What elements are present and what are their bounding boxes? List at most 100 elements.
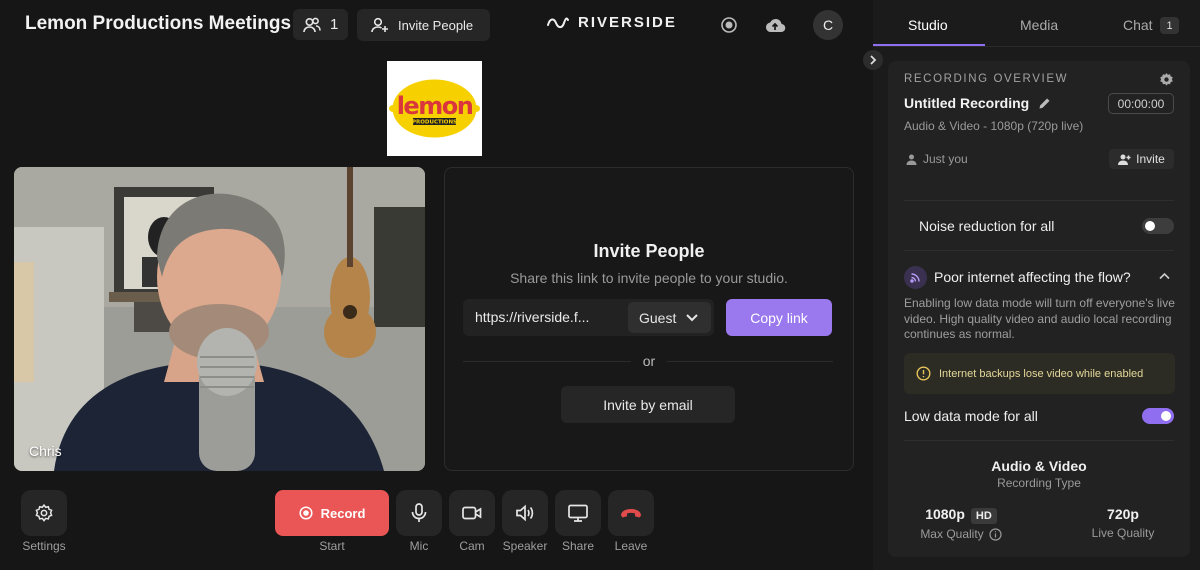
low-data-mode-label: Low data mode for all bbox=[904, 408, 1038, 424]
leave-label: Leave bbox=[614, 539, 648, 553]
info-icon[interactable] bbox=[989, 527, 1002, 541]
chevron-down-icon bbox=[686, 313, 699, 322]
video-feed-image bbox=[14, 167, 425, 471]
leave-button[interactable] bbox=[608, 490, 654, 536]
signal-icon bbox=[904, 266, 927, 289]
cloud-upload-icon[interactable] bbox=[763, 14, 787, 36]
recording-type-title: Audio & Video bbox=[991, 458, 1087, 474]
speaker-button[interactable] bbox=[502, 490, 548, 536]
warning-banner: Internet backups lose video while enable… bbox=[904, 353, 1175, 394]
start-label: Start bbox=[319, 539, 345, 553]
camera-icon bbox=[462, 505, 482, 521]
toggle-knob bbox=[1145, 221, 1155, 231]
wave-icon bbox=[546, 15, 570, 31]
participant-name: Chris bbox=[29, 443, 62, 459]
hd-badge: HD bbox=[970, 508, 997, 524]
participants-button[interactable]: 1 bbox=[293, 9, 348, 40]
recording-title[interactable]: Untitled Recording bbox=[904, 95, 1051, 111]
mic-button[interactable] bbox=[396, 490, 442, 536]
recording-type-subtitle: Recording Type bbox=[997, 476, 1081, 490]
participant-count: 1 bbox=[330, 16, 339, 33]
svg-text:PRODUCTIONS: PRODUCTIONS bbox=[412, 120, 457, 126]
gear-icon[interactable] bbox=[1159, 72, 1174, 87]
record-label: Record bbox=[320, 505, 366, 521]
add-user-icon bbox=[371, 17, 389, 33]
invite-people-button[interactable]: Invite People bbox=[357, 9, 490, 41]
active-tab-indicator bbox=[873, 44, 985, 46]
toggle-knob bbox=[1161, 411, 1171, 421]
live-quality-value: 720p bbox=[1107, 506, 1139, 522]
recording-timer: 00:00:00 bbox=[1108, 93, 1174, 114]
record-icon bbox=[299, 506, 313, 520]
role-value: Guest bbox=[639, 309, 677, 326]
max-quality-value: 1080p HD bbox=[906, 506, 1016, 524]
invite-people-panel: Invite People Share this link to invite … bbox=[444, 167, 854, 471]
recording-overview-card: RECORDING OVERVIEW Untitled Recording 00… bbox=[888, 61, 1190, 557]
invite-label: Invite bbox=[1136, 152, 1165, 166]
invite-panel-title: Invite People bbox=[593, 241, 705, 261]
person-icon bbox=[906, 154, 917, 165]
invite-people-label: Invite People bbox=[398, 17, 474, 33]
poor-internet-title: Poor internet affecting the flow? bbox=[934, 269, 1131, 285]
users-icon bbox=[303, 17, 321, 33]
invite-button[interactable]: Invite bbox=[1109, 149, 1174, 169]
poor-internet-description: Enabling low data mode will turn off eve… bbox=[904, 296, 1175, 341]
lemon-productions-logo: lemon PRODUCTIONS bbox=[387, 61, 482, 156]
max-quality: 1080p HD Max Quality bbox=[906, 506, 1016, 541]
invite-by-email-button[interactable]: Invite by email bbox=[561, 386, 735, 423]
settings-button[interactable] bbox=[21, 490, 67, 536]
riverside-logo: RIVERSIDE bbox=[546, 14, 677, 31]
tab-media[interactable]: Media bbox=[1020, 17, 1058, 33]
hang-up-icon bbox=[619, 507, 643, 519]
divider bbox=[904, 440, 1174, 441]
max-quality-caption: Max Quality bbox=[906, 527, 1016, 541]
recording-title-text: Untitled Recording bbox=[904, 95, 1030, 111]
noise-reduction-label: Noise reduction for all bbox=[919, 218, 1055, 234]
cam-button[interactable] bbox=[449, 490, 495, 536]
gear-icon bbox=[34, 503, 54, 523]
brand-name: RIVERSIDE bbox=[578, 14, 677, 31]
noise-reduction-toggle[interactable] bbox=[1142, 218, 1174, 234]
divider bbox=[904, 250, 1174, 251]
participant-video-tile: Chris bbox=[14, 167, 425, 471]
share-button[interactable] bbox=[555, 490, 601, 536]
recording-description: Audio & Video - 1080p (720p live) bbox=[904, 119, 1084, 133]
or-label: or bbox=[630, 353, 668, 369]
speaker-icon bbox=[515, 504, 535, 522]
invite-panel-subtitle: Share this link to invite people to your… bbox=[510, 270, 788, 286]
live-quality: 720p Live Quality bbox=[1073, 506, 1173, 540]
copy-link-button[interactable]: Copy link bbox=[726, 299, 832, 336]
live-quality-label: Live Quality bbox=[1091, 526, 1155, 540]
add-user-icon bbox=[1118, 154, 1131, 165]
max-quality-label: Max Quality bbox=[920, 527, 984, 541]
low-data-mode-toggle[interactable] bbox=[1142, 408, 1174, 424]
avatar[interactable]: C bbox=[813, 10, 843, 40]
role-select[interactable]: Guest bbox=[628, 302, 711, 333]
meeting-title: Lemon Productions Meetings bbox=[25, 13, 292, 34]
tab-chat[interactable]: Chat bbox=[1123, 17, 1153, 33]
tab-bar-divider bbox=[873, 46, 1200, 47]
divider bbox=[904, 200, 1174, 201]
microphone-icon bbox=[410, 503, 428, 523]
max-quality-number: 1080p bbox=[925, 506, 965, 522]
chevron-up-icon[interactable] bbox=[1159, 272, 1170, 280]
recording-overview-caption: RECORDING OVERVIEW bbox=[904, 73, 1069, 85]
pencil-icon[interactable] bbox=[1038, 97, 1051, 110]
studio-sidebar: Studio Media Chat 1 RECORDING OVERVIEW U… bbox=[863, 0, 1200, 570]
settings-label: Settings bbox=[22, 539, 66, 553]
participants-summary-text: Just you bbox=[923, 152, 968, 166]
svg-text:lemon: lemon bbox=[397, 92, 473, 120]
record-button[interactable]: Record bbox=[275, 490, 389, 536]
chevron-right-icon bbox=[869, 55, 877, 65]
or-separator: or bbox=[445, 353, 853, 369]
participants-summary: Just you bbox=[906, 152, 968, 166]
chat-unread-badge: 1 bbox=[1160, 17, 1179, 34]
screen-share-icon bbox=[568, 504, 588, 522]
collapse-sidebar-button[interactable] bbox=[863, 50, 883, 70]
warning-text: Internet backups lose video while enable… bbox=[939, 367, 1144, 380]
invite-link-field[interactable]: https://riverside.f... Guest bbox=[463, 299, 714, 336]
warning-icon bbox=[916, 366, 931, 381]
invite-link-text: https://riverside.f... bbox=[475, 309, 590, 325]
record-status-icon[interactable] bbox=[718, 14, 740, 36]
tab-studio[interactable]: Studio bbox=[908, 17, 948, 33]
